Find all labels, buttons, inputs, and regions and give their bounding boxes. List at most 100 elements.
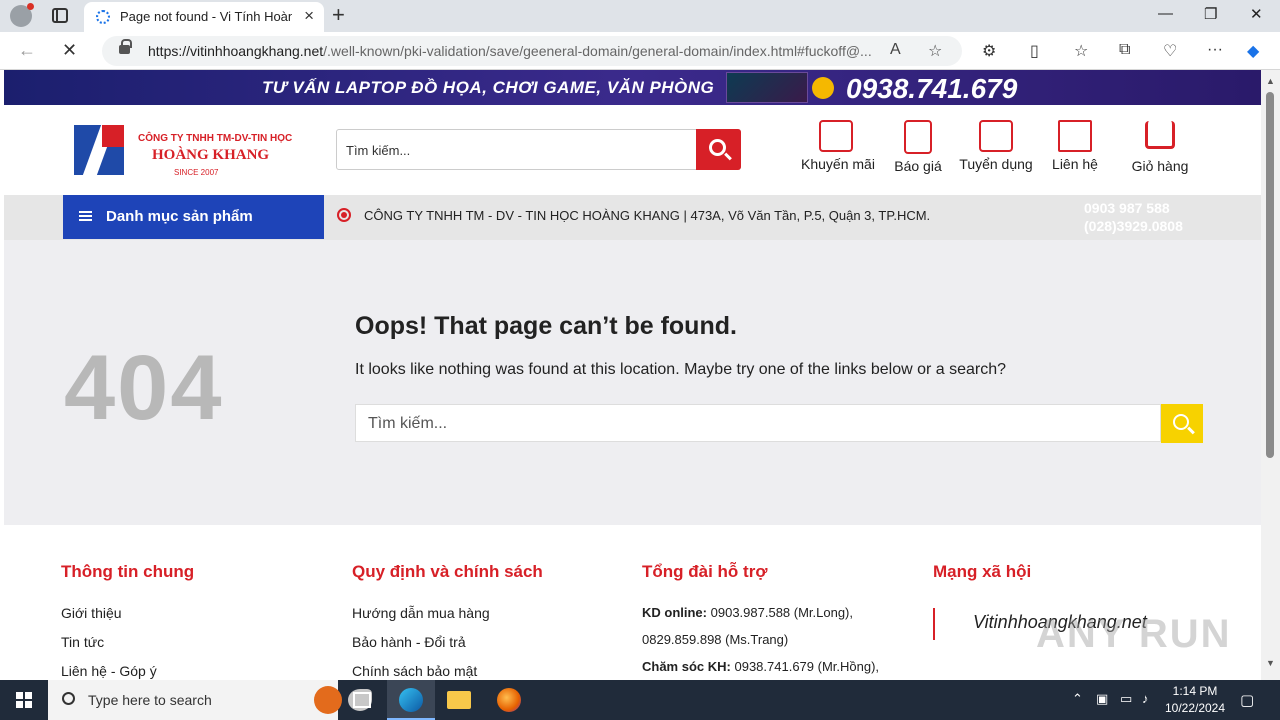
- new-tab-icon[interactable]: +: [332, 2, 345, 28]
- copilot-icon[interactable]: ◆: [1247, 41, 1259, 61]
- envelope-icon: [1058, 120, 1092, 152]
- error-code: 404: [64, 337, 224, 439]
- lock-icon[interactable]: [119, 39, 132, 54]
- error-title: Oops! That page can’t be found.: [355, 312, 737, 340]
- extensions-icon[interactable]: ⚙: [982, 41, 996, 61]
- page-scrollbar[interactable]: ▲ ▼: [1261, 70, 1280, 680]
- laptop-image: [726, 72, 808, 103]
- hotline-2[interactable]: (028)3929.0808: [1084, 218, 1183, 234]
- header-link-label: Giỏ hàng: [1131, 158, 1189, 174]
- browser-tab[interactable]: Page not found - Vi Tính Hoàng ×: [84, 2, 324, 32]
- loading-spinner-icon: [96, 10, 110, 24]
- task-view-icon[interactable]: [338, 680, 386, 720]
- split-screen-icon[interactable]: ▯: [1030, 41, 1039, 61]
- restore-icon[interactable]: ❐: [1204, 5, 1217, 23]
- network-icon[interactable]: ▭: [1120, 691, 1132, 707]
- footer-col-policies: Quy định và chính sách Hướng dẫn mua hàn…: [352, 562, 543, 680]
- header-search-input[interactable]: Tìm kiếm...: [346, 143, 410, 158]
- window-close-icon[interactable]: ✕: [1250, 5, 1263, 23]
- footer-col-social: Mạng xã hội Vitinhhoangkhang.net: [933, 562, 1147, 640]
- menu-icon: [79, 211, 92, 213]
- error-search-placeholder: Tìm kiếm...: [368, 415, 448, 432]
- header-link-promotions[interactable]: Khuyến mãi: [801, 120, 875, 172]
- hotline-1[interactable]: 0903 987 588: [1084, 200, 1170, 216]
- taskbar-clock[interactable]: 1:14 PM 10/22/2024: [1164, 683, 1226, 717]
- tray-device-icon[interactable]: ▣: [1096, 691, 1108, 707]
- back-arrow-icon[interactable]: ←: [18, 40, 36, 61]
- logo-mark-icon: [74, 125, 124, 175]
- anyrun-watermark: ANY RUN: [1036, 612, 1232, 656]
- stop-loading-icon[interactable]: ✕: [62, 40, 77, 61]
- read-aloud-icon[interactable]: A: [890, 41, 901, 59]
- tray-overflow-icon[interactable]: ⌃: [1072, 691, 1083, 707]
- category-menu-button[interactable]: Danh mục sản phẩm: [63, 195, 324, 239]
- scroll-up-icon[interactable]: ▲: [1266, 76, 1275, 86]
- scroll-thumb[interactable]: [1266, 92, 1274, 458]
- profile-avatar-icon[interactable]: [10, 3, 34, 27]
- logo-since: SINCE 2007: [174, 168, 219, 177]
- minimize-icon[interactable]: —: [1158, 5, 1173, 22]
- gift-icon: [819, 120, 853, 152]
- more-menu-icon[interactable]: ···: [1207, 41, 1223, 59]
- search-icon: [1173, 414, 1189, 430]
- clock-time: 1:14 PM: [1172, 684, 1218, 698]
- briefcase-icon: [979, 120, 1013, 152]
- firefox-icon[interactable]: [485, 680, 533, 720]
- favorites-icon[interactable]: ☆: [1074, 41, 1088, 61]
- company-marquee: CÔNG TY TNHH TM - DV - TIN HỌC HOÀNG KHA…: [364, 208, 931, 223]
- footer-heading: Mạng xã hội: [933, 562, 1032, 581]
- favorite-star-icon[interactable]: ☆: [928, 41, 942, 61]
- clock-date: 10/22/2024: [1164, 701, 1226, 715]
- tab-actions-icon[interactable]: [52, 8, 68, 23]
- logo-subtitle: CÔNG TY TNHH TM-DV-TIN HỌC: [138, 133, 293, 144]
- support-line-care: Chăm sóc KH: 0938.741.679 (Mr.Hồng),: [642, 653, 879, 680]
- header-link-cart[interactable]: Giỏ hàng: [1127, 121, 1193, 174]
- header-link-label: Tuyển dụng: [959, 156, 1033, 172]
- support-value[interactable]: 0829.859.898 (Ms.Trang): [642, 626, 879, 653]
- header-search-button[interactable]: [696, 129, 741, 170]
- page-viewport: TƯ VẤN LAPTOP ĐỒ HỌA, CHƠI GAME, VĂN PHÒ…: [4, 70, 1261, 680]
- phone-icon: [812, 77, 834, 99]
- footer-link[interactable]: Bảo hành - Đổi trả: [352, 628, 543, 657]
- file-explorer-icon[interactable]: [435, 680, 483, 720]
- banner-text: TƯ VẤN LAPTOP ĐỒ HỌA, CHƠI GAME, VĂN PHÒ…: [262, 78, 715, 97]
- search-icon: [62, 692, 75, 705]
- volume-icon[interactable]: ♪: [1142, 691, 1149, 706]
- browser-essentials-icon[interactable]: ♡: [1163, 41, 1177, 61]
- collections-icon[interactable]: ⧉: [1119, 41, 1130, 59]
- footer-link[interactable]: Giới thiệu: [61, 599, 194, 628]
- header-link-careers[interactable]: Tuyển dụng: [959, 120, 1033, 172]
- tab-close-icon[interactable]: ×: [304, 6, 314, 26]
- browser-tab-bar: Page not found - Vi Tính Hoàng × + — ❐ ✕: [0, 0, 1280, 32]
- support-value[interactable]: 0938.741.679 (Mr.Hồng),: [734, 659, 879, 674]
- header-link-pricing[interactable]: Báo giá: [886, 120, 950, 174]
- scroll-down-icon[interactable]: ▼: [1266, 658, 1275, 668]
- category-menu-label: Danh mục sản phẩm: [106, 208, 253, 225]
- support-line-sales: KD online: 0903.987.588 (Mr.Long),: [642, 599, 879, 626]
- notification-icon[interactable]: ▢: [1240, 691, 1254, 709]
- search-icon: [709, 139, 726, 156]
- footer-heading: Thông tin chung: [61, 562, 195, 581]
- url-text[interactable]: https://vitinhhoangkhang.net/.well-known…: [148, 43, 888, 59]
- footer-link[interactable]: Chính sách bảo mật: [352, 657, 543, 680]
- taskbar-search[interactable]: Type here to search: [48, 680, 372, 720]
- support-value[interactable]: 0903.987.588 (Mr.Long),: [711, 605, 853, 620]
- address-toolbar: ← ✕ https://vitinhhoangkhang.net/.well-k…: [0, 32, 1280, 70]
- banner-phone: 0938.741.679: [846, 73, 1018, 104]
- tab-title: Page not found - Vi Tính Hoàng: [120, 9, 292, 24]
- footer-heading: Tổng đài hỗ trợ: [642, 562, 768, 581]
- nav-bar: Danh mục sản phẩm CÔNG TY TNHH TM - DV -…: [4, 195, 1261, 240]
- footer-link[interactable]: Hướng dẫn mua hàng: [352, 599, 543, 628]
- support-label: Chăm sóc KH:: [642, 659, 731, 674]
- error-search-input[interactable]: Tìm kiếm...: [355, 404, 1161, 442]
- error-section: 404 Oops! That page can’t be found. It l…: [4, 240, 1261, 525]
- footer-link[interactable]: Liên hệ - Góp ý: [61, 657, 194, 680]
- header-link-contact[interactable]: Liên hệ: [1046, 120, 1104, 172]
- edge-icon[interactable]: [387, 680, 435, 720]
- footer-link[interactable]: Tin tức: [61, 628, 194, 657]
- windows-start-icon[interactable]: [16, 692, 32, 708]
- promo-banner[interactable]: TƯ VẤN LAPTOP ĐỒ HỌA, CHƠI GAME, VĂN PHÒ…: [4, 70, 1261, 105]
- header-search[interactable]: Tìm kiếm...: [336, 129, 741, 170]
- error-search-button[interactable]: [1161, 404, 1203, 443]
- url-field[interactable]: https://vitinhhoangkhang.net/.well-known…: [102, 36, 962, 66]
